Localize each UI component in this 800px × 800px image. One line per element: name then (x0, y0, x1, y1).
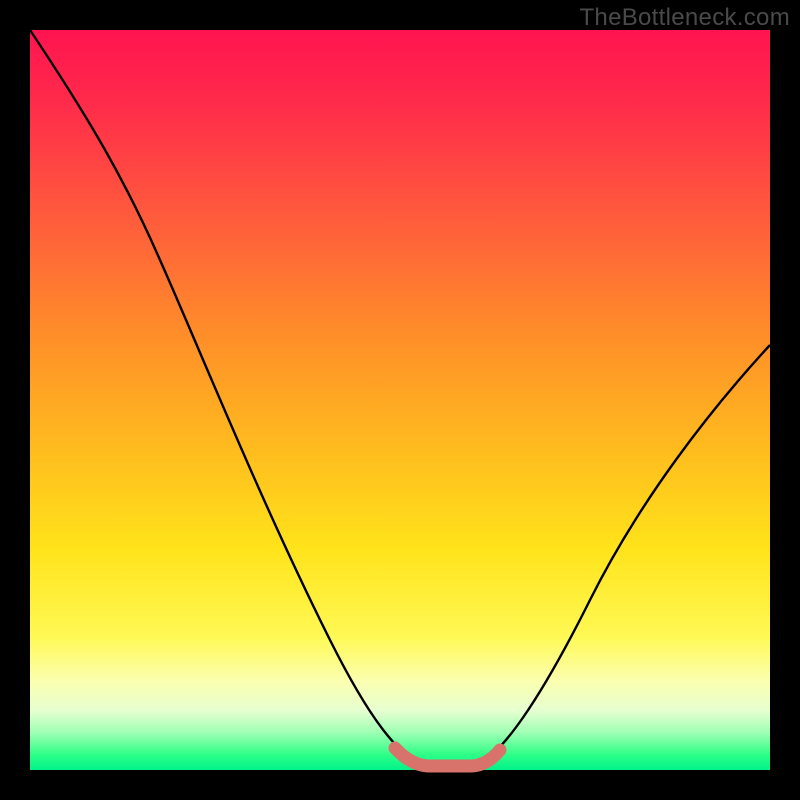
bottom-highlight (395, 748, 500, 766)
chart-frame: TheBottleneck.com (0, 0, 800, 800)
watermark-text: TheBottleneck.com (579, 4, 790, 32)
plot-area (30, 30, 770, 770)
bottleneck-curve (30, 30, 770, 765)
curve-layer (30, 30, 770, 770)
